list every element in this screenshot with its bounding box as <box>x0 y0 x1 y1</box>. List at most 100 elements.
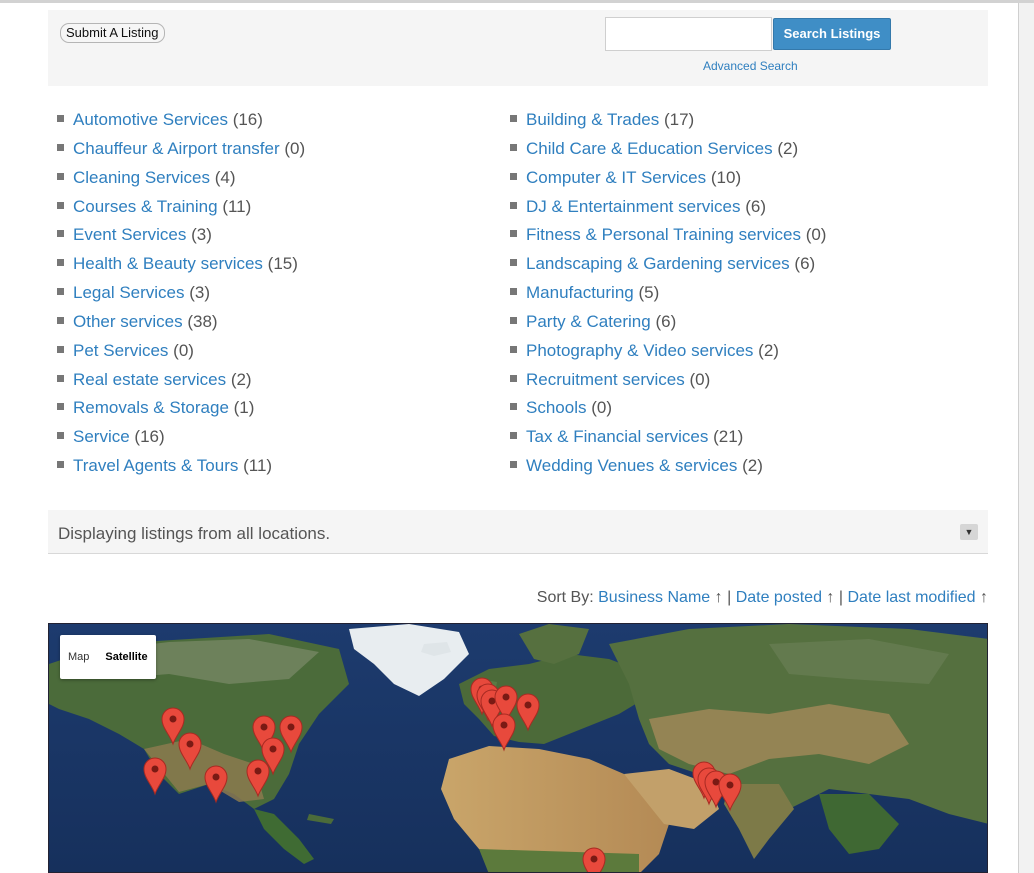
category-link[interactable]: Removals & Storage <box>73 398 229 417</box>
square-bullet-icon <box>510 201 517 209</box>
category-link[interactable]: Computer & IT Services <box>526 168 706 187</box>
category-link[interactable]: Pet Services <box>73 341 168 360</box>
sort-bar: Sort By: Business Name ↑ | Date posted ↑… <box>537 589 988 607</box>
category-item: Child Care & Education Services (2) <box>510 136 826 165</box>
square-bullet-icon <box>57 230 64 238</box>
category-link[interactable]: Legal Services <box>73 283 185 302</box>
category-link[interactable]: Child Care & Education Services <box>526 139 773 158</box>
category-item: Legal Services (3) <box>57 280 305 309</box>
square-bullet-icon <box>510 461 517 469</box>
triangle-down-icon[interactable]: ▼ <box>960 524 978 540</box>
listings-map[interactable]: Map Satellite <box>48 623 988 873</box>
square-bullet-icon <box>510 345 517 353</box>
category-list-left: Automotive Services (16) Chauffeur & Airp… <box>57 107 305 482</box>
sort-date-last-modified[interactable]: Date last modified <box>847 589 975 606</box>
search-listings-button[interactable]: Search Listings <box>773 18 891 50</box>
map-marker-icon[interactable] <box>516 693 540 732</box>
category-count: (6) <box>745 196 766 216</box>
category-count: (0) <box>689 369 711 389</box>
category-item: Party & Catering (6) <box>510 309 826 338</box>
square-bullet-icon <box>510 288 517 296</box>
square-bullet-icon <box>57 374 64 382</box>
category-link[interactable]: Recruitment services <box>526 370 685 389</box>
map-marker-icon[interactable] <box>582 847 606 873</box>
category-item: DJ & Entertainment services (6) <box>510 194 826 223</box>
category-link[interactable]: Real estate services <box>73 370 226 389</box>
category-link[interactable]: Landscaping & Gardening services <box>526 254 790 273</box>
category-link[interactable]: Building & Trades <box>526 110 659 129</box>
top-border <box>0 0 1034 3</box>
sort-business-name[interactable]: Business Name <box>598 589 710 606</box>
category-item: Recruitment services (0) <box>510 367 826 396</box>
square-bullet-icon <box>510 403 517 411</box>
square-bullet-icon <box>510 143 517 151</box>
category-item: Event Services (3) <box>57 222 305 251</box>
category-count: (4) <box>214 167 236 187</box>
map-type-satellite-button[interactable]: Satellite <box>97 635 155 679</box>
category-item: Landscaping & Gardening services (6) <box>510 251 826 280</box>
category-count: (38) <box>187 311 218 331</box>
category-link[interactable]: Cleaning Services <box>73 168 210 187</box>
square-bullet-icon <box>510 374 517 382</box>
category-item: Health & Beauty services (15) <box>57 251 305 280</box>
category-link[interactable]: Travel Agents & Tours <box>73 456 238 475</box>
map-type-map-button[interactable]: Map <box>60 635 97 679</box>
category-link[interactable]: Other services <box>73 312 183 331</box>
category-link[interactable]: Service <box>73 427 130 446</box>
category-list-right: Building & Trades (17) Child Care & Educa… <box>510 107 826 482</box>
category-link[interactable]: Event Services <box>73 225 186 244</box>
category-item: Other services (38) <box>57 309 305 338</box>
category-link[interactable]: Fitness & Personal Training services <box>526 225 801 244</box>
map-marker-icon[interactable] <box>492 713 516 752</box>
category-count: (15) <box>267 254 298 274</box>
category-count: (0) <box>173 340 194 360</box>
square-bullet-icon <box>510 432 517 440</box>
map-marker-icon[interactable] <box>204 765 228 804</box>
category-link[interactable]: Manufacturing <box>526 283 634 302</box>
sort-label: Sort By: <box>536 589 594 606</box>
square-bullet-icon <box>57 201 64 209</box>
category-count: (0) <box>805 225 827 245</box>
sort-date-posted[interactable]: Date posted <box>736 589 822 606</box>
submit-listing-button[interactable]: Submit A Listing <box>60 23 165 43</box>
square-bullet-icon <box>57 316 64 324</box>
map-marker-icon[interactable] <box>178 732 202 771</box>
category-link[interactable]: Photography & Video services <box>526 341 753 360</box>
square-bullet-icon <box>510 259 517 267</box>
category-count: (5) <box>638 283 660 303</box>
category-link[interactable]: Wedding Venues & services <box>526 456 737 475</box>
category-count: (0) <box>284 138 306 158</box>
category-count: (2) <box>758 340 779 360</box>
category-link[interactable]: Schools <box>526 398 586 417</box>
listing-toolbar: Submit A Listing Search Listings Advance… <box>48 10 988 86</box>
search-input[interactable] <box>605 17 772 51</box>
category-item: Fitness & Personal Training services (0) <box>510 222 826 251</box>
category-link[interactable]: Chauffeur & Airport transfer <box>73 139 280 158</box>
category-count: (2) <box>777 138 799 158</box>
scrollbar[interactable] <box>1018 3 1034 873</box>
category-item: Removals & Storage (1) <box>57 395 305 424</box>
category-count: (3) <box>191 225 212 245</box>
category-item: Computer & IT Services (10) <box>510 165 826 194</box>
category-count: (2) <box>230 369 252 389</box>
category-count: (11) <box>222 196 252 216</box>
square-bullet-icon <box>510 230 517 238</box>
advanced-search-link[interactable]: Advanced Search <box>703 59 798 73</box>
category-item: Automotive Services (16) <box>57 107 305 136</box>
map-marker-icon[interactable] <box>246 759 270 798</box>
category-link[interactable]: Party & Catering <box>526 312 651 331</box>
map-marker-icon[interactable] <box>718 773 742 812</box>
category-count: (11) <box>243 456 273 476</box>
square-bullet-icon <box>57 143 64 151</box>
map-marker-icon[interactable] <box>143 757 167 796</box>
category-count: (3) <box>189 283 211 303</box>
category-link[interactable]: Health & Beauty services <box>73 254 263 273</box>
arrow-up-icon: ↑ <box>826 589 835 606</box>
category-link[interactable]: Tax & Financial services <box>526 427 708 446</box>
category-link[interactable]: Courses & Training <box>73 197 218 216</box>
category-link[interactable]: Automotive Services <box>73 110 228 129</box>
square-bullet-icon <box>57 172 64 180</box>
category-link[interactable]: DJ & Entertainment services <box>526 197 740 216</box>
square-bullet-icon <box>510 172 517 180</box>
square-bullet-icon <box>57 259 64 267</box>
